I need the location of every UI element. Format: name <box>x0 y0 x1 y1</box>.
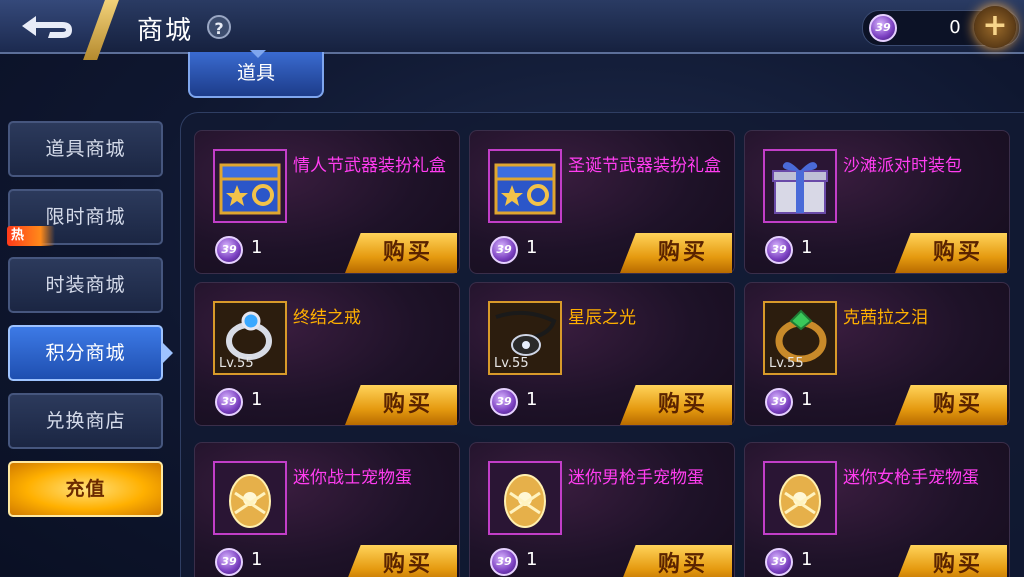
item-icon-frame: Lv.55 <box>763 301 837 375</box>
buy-button[interactable]: 购买 <box>895 385 1007 425</box>
item-price: 1 <box>801 237 813 258</box>
item-price: 1 <box>526 389 538 410</box>
item-icon-frame <box>763 461 837 535</box>
item-price: 1 <box>251 549 263 570</box>
shop-item-card[interactable]: 沙滩派对时装包 39 1 购买 <box>744 130 1010 274</box>
item-name: 星辰之光 <box>568 308 636 328</box>
shop-item-card[interactable]: Lv.55 克茜拉之泪 39 1 购买 <box>744 282 1010 426</box>
item-level: Lv.55 <box>219 356 254 371</box>
sidebar-item-points-shop[interactable]: 积分商城 <box>8 325 163 381</box>
points-coin-icon: 39 <box>490 388 518 416</box>
shop-item-grid: 情人节武器装扮礼盒 39 1 购买 圣诞节武器装扮礼盒 39 1 购买 沙滩派对… <box>180 112 1024 577</box>
points-coin-icon: 39 <box>215 236 243 264</box>
buy-button[interactable]: 购买 <box>895 545 1007 577</box>
hot-badge: 热 <box>7 226 55 246</box>
pet-egg-icon <box>504 474 546 528</box>
top-bar: 商城 ? 39 0 + <box>0 0 1024 60</box>
item-price: 1 <box>801 549 813 570</box>
item-name: 克茜拉之泪 <box>843 308 928 328</box>
buy-button[interactable]: 购买 <box>620 385 732 425</box>
item-name: 情人节武器装扮礼盒 <box>293 156 446 176</box>
item-name: 迷你战士宠物蛋 <box>293 468 412 488</box>
shop-item-card[interactable]: 迷你女枪手宠物蛋 39 1 购买 <box>744 442 1010 577</box>
item-icon-frame <box>213 149 287 223</box>
item-name: 迷你女枪手宠物蛋 <box>843 468 979 488</box>
chest-icon <box>219 163 281 215</box>
shop-item-card[interactable]: Lv.55 终结之戒 39 1 购买 <box>194 282 460 426</box>
item-icon-frame: Lv.55 <box>488 301 562 375</box>
buy-button[interactable]: 购买 <box>620 233 732 273</box>
item-price: 1 <box>526 237 538 258</box>
tab-items-label: 道具 <box>236 62 275 84</box>
points-coin-icon: 39 <box>869 14 897 42</box>
item-price: 1 <box>801 389 813 410</box>
buy-button[interactable]: 购买 <box>345 385 457 425</box>
shop-item-card[interactable]: 圣诞节武器装扮礼盒 39 1 购买 <box>469 130 735 274</box>
points-coin-icon: 39 <box>215 388 243 416</box>
points-coin-icon: 39 <box>490 548 518 576</box>
pet-egg-icon <box>229 474 271 528</box>
item-icon-frame: Lv.55 <box>213 301 287 375</box>
item-name: 终结之戒 <box>293 308 361 328</box>
pet-egg-icon <box>779 474 821 528</box>
item-price: 1 <box>251 237 263 258</box>
gift-box-icon <box>772 162 828 214</box>
buy-button[interactable]: 购买 <box>345 233 457 273</box>
item-name: 圣诞节武器装扮礼盒 <box>568 156 721 176</box>
item-name: 沙滩派对时装包 <box>843 156 962 176</box>
buy-button[interactable]: 购买 <box>345 545 457 577</box>
points-coin-icon: 39 <box>765 236 793 264</box>
item-icon-frame <box>488 149 562 223</box>
active-indicator-icon <box>163 343 173 363</box>
points-coin-icon: 39 <box>765 388 793 416</box>
shop-item-card[interactable]: 情人节武器装扮礼盒 39 1 购买 <box>194 130 460 274</box>
item-icon-frame <box>763 149 837 223</box>
buy-button[interactable]: 购买 <box>620 545 732 577</box>
shop-item-card[interactable]: 迷你男枪手宠物蛋 39 1 购买 <box>469 442 735 577</box>
sidebar-item-item-shop[interactable]: 道具商城 <box>8 121 163 177</box>
back-arrow-icon <box>22 16 72 38</box>
shop-item-card[interactable]: 迷你战士宠物蛋 39 1 购买 <box>194 442 460 577</box>
item-price: 1 <box>251 389 263 410</box>
item-level: Lv.55 <box>494 356 529 371</box>
item-name: 迷你男枪手宠物蛋 <box>568 468 704 488</box>
sidebar-item-fashion-shop[interactable]: 时装商城 <box>8 257 163 313</box>
points-coin-icon: 39 <box>215 548 243 576</box>
recharge-button[interactable]: 充值 <box>8 461 163 517</box>
page-title: 商城 <box>137 16 194 46</box>
item-icon-frame <box>488 461 562 535</box>
item-icon-frame <box>213 461 287 535</box>
tab-items[interactable]: 道具 <box>188 50 324 98</box>
sidebar-item-exchange-store[interactable]: 兑换商店 <box>8 393 163 449</box>
item-price: 1 <box>526 549 538 570</box>
points-coin-icon: 39 <box>765 548 793 576</box>
add-currency-button[interactable]: + <box>974 6 1016 48</box>
item-level: Lv.55 <box>769 356 804 371</box>
shop-item-card[interactable]: Lv.55 星辰之光 39 1 购买 <box>469 282 735 426</box>
points-coin-icon: 39 <box>490 236 518 264</box>
help-icon[interactable]: ? <box>207 15 231 39</box>
buy-button[interactable]: 购买 <box>895 233 1007 273</box>
chest-icon <box>494 163 556 215</box>
tab-notch-icon <box>250 50 266 58</box>
